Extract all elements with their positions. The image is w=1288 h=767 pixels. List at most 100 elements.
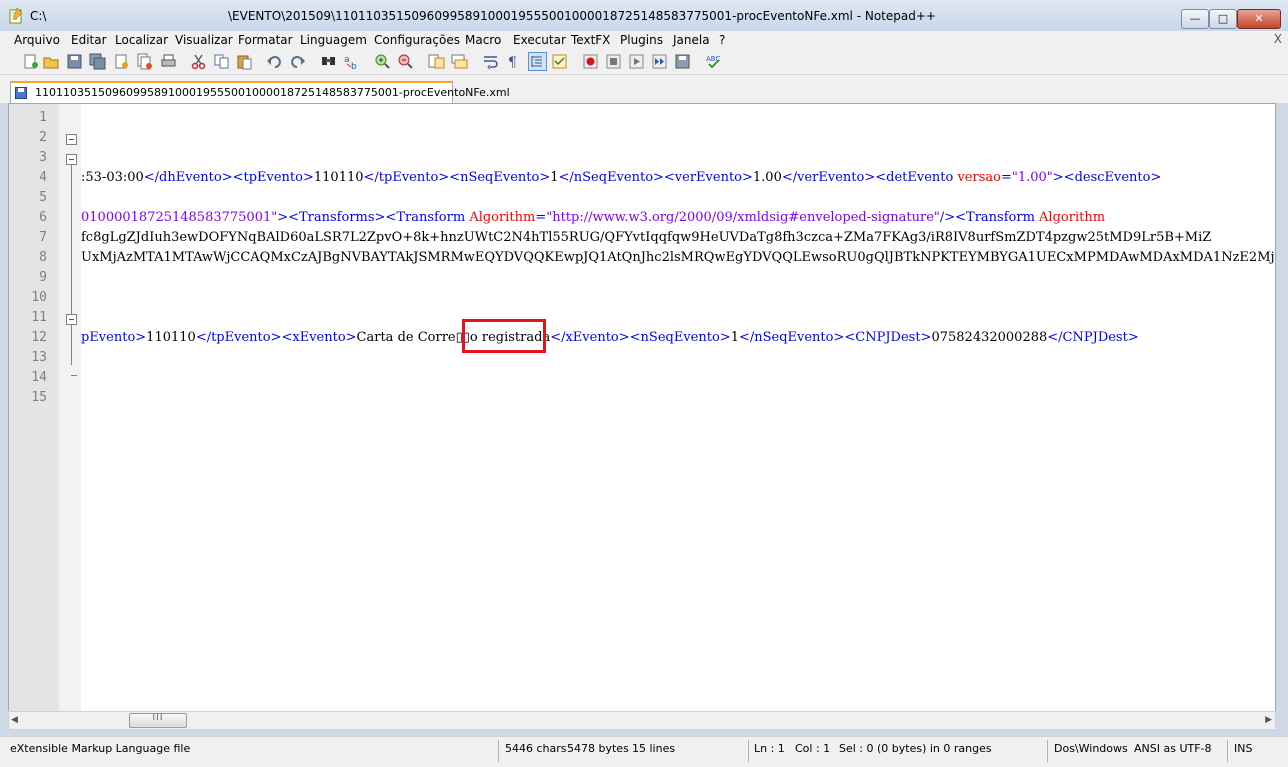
macro-stop-icon[interactable] (605, 53, 622, 70)
window-title-path: C:\ (30, 9, 47, 23)
menu-help[interactable]: ? (719, 33, 725, 47)
menu-janela[interactable]: Janela (673, 33, 710, 47)
code-token: 1.00 (752, 170, 782, 185)
horizontal-scrollbar[interactable]: ◀ III ▶ (8, 711, 1276, 730)
maximize-button[interactable]: □ (1209, 9, 1237, 29)
close-button[interactable]: ✕ (1237, 9, 1281, 29)
macro-play-multiple-icon[interactable] (651, 53, 668, 70)
line-number: 3 (39, 150, 47, 165)
menu-localizar-label: Localizar (115, 33, 169, 47)
status-divider (1047, 740, 1048, 762)
code-token: 110110 (313, 170, 364, 185)
zoom-out-icon[interactable] (397, 53, 414, 70)
menu-executar[interactable]: Executar (513, 33, 566, 47)
svg-text:¶: ¶ (508, 55, 517, 70)
replace-icon[interactable]: ab (343, 53, 360, 70)
code-token: Algorithm (469, 210, 536, 225)
scroll-left-icon[interactable]: ◀ (11, 715, 18, 725)
close-document-icon[interactable]: X (1274, 32, 1282, 46)
menu-arquivo[interactable]: Arquivo (14, 33, 60, 47)
status-chars: 5446 chars (505, 742, 567, 755)
zoom-in-icon[interactable] (374, 53, 391, 70)
show-all-characters-icon[interactable]: ¶ (505, 53, 522, 70)
cut-icon[interactable] (190, 53, 207, 70)
line-number: 13 (31, 350, 47, 365)
status-ln: Ln : 1 (754, 742, 785, 755)
line-number: 9 (39, 270, 47, 285)
status-selection: Sel : 0 (0 bytes) in 0 ranges (839, 742, 992, 755)
find-icon[interactable] (320, 53, 337, 70)
menu-plugins[interactable]: Plugins (620, 33, 663, 47)
status-col: Col : 1 (795, 742, 831, 755)
close-icon: ✕ (1254, 12, 1264, 25)
tab-document[interactable]: 1101103515096099589100019555001000018725… (10, 81, 510, 104)
code-line-4: :53-03:00</dhEvento><tpEvento>110110</tp… (81, 168, 1161, 188)
menu-localizar[interactable]: Localizar (115, 33, 168, 47)
code-token: fc8gLgZJdIuh3ewDOFYNqBAlD60aLSR7L2ZpvO+8… (81, 230, 1212, 245)
language-style-icon[interactable] (551, 53, 568, 70)
print-icon[interactable] (160, 53, 177, 70)
code-token: 01000018725148583775001" (81, 210, 278, 225)
macro-play-icon[interactable] (628, 53, 645, 70)
code-token: 1 (730, 330, 739, 345)
text-area[interactable]: :53-03:00</dhEvento><tpEvento>110110</tp… (81, 104, 1275, 712)
menu-macro[interactable]: Macro (465, 33, 501, 47)
indent-guide-icon[interactable] (528, 52, 547, 71)
encoding-error-highlight (462, 319, 546, 353)
code-token: </nSeqEvento><CNPJDest> (738, 330, 932, 345)
line-number: 12 (31, 330, 47, 345)
line-number: 4 (39, 170, 47, 185)
close-file-icon[interactable] (113, 53, 130, 70)
scrollbar-grip: III (152, 713, 164, 723)
menu-janela-label: Janela (673, 33, 710, 47)
line-number: 14 (31, 370, 47, 385)
code-token: = (1000, 170, 1012, 185)
copy-icon[interactable] (213, 53, 230, 70)
status-bytes: 5478 bytes (567, 742, 629, 755)
saved-file-icon (15, 87, 27, 99)
word-wrap-icon[interactable] (482, 53, 499, 70)
status-eol: Dos\Windows (1054, 742, 1128, 755)
close-all-icon[interactable] (136, 53, 153, 70)
code-token: </nSeqEvento><verEvento> (558, 170, 753, 185)
save-icon[interactable] (66, 53, 83, 70)
code-token: /><Transform (939, 210, 1040, 225)
toolbar: ab ¶ ABC (0, 50, 1288, 75)
spell-check-icon[interactable]: ABC (705, 53, 722, 70)
code-token: ><descEvento> (1052, 170, 1162, 185)
menu-visualizar[interactable]: Visualizar (175, 33, 233, 47)
undo-icon[interactable] (266, 53, 283, 70)
macro-record-icon[interactable] (582, 53, 599, 70)
status-lines: 15 lines (632, 742, 676, 755)
macro-save-icon[interactable] (674, 53, 691, 70)
code-line-8: UxMjAzMTA1MTAwWjCCAQMxCzAJBgNVBAYTAkJSMR… (81, 248, 1275, 268)
menu-formatar[interactable]: Formatar (238, 33, 293, 47)
minimize-button[interactable]: — (1181, 9, 1209, 29)
fold-toggle-icon[interactable] (66, 154, 77, 165)
notepadpp-icon (9, 8, 23, 24)
paste-icon[interactable] (236, 53, 253, 70)
fold-toggle-icon[interactable] (66, 314, 77, 325)
sync-vertical-icon[interactable] (428, 53, 445, 70)
redo-icon[interactable] (289, 53, 306, 70)
menu-textfx[interactable]: TextFX (571, 33, 610, 47)
menu-linguagem[interactable]: Linguagem (300, 33, 367, 47)
line-number: 15 (31, 390, 47, 405)
save-all-icon[interactable] (89, 53, 106, 70)
code-token: Algorithm (1039, 210, 1106, 225)
fold-toggle-icon[interactable] (66, 134, 77, 145)
open-file-icon[interactable] (43, 53, 60, 70)
editor-area[interactable]: 1 2 3 4 5 6 7 8 9 10 11 12 13 14 15 :53-… (8, 103, 1276, 713)
code-token: ><Transforms><Transform (277, 210, 470, 225)
sync-horizontal-icon[interactable] (451, 53, 468, 70)
scroll-right-icon[interactable]: ▶ (1265, 715, 1272, 725)
menu-editar[interactable]: Editar (71, 33, 107, 47)
code-token: "1.00" (1011, 170, 1053, 185)
menu-configuracoes[interactable]: Configurações (374, 33, 460, 47)
fold-guide (71, 165, 72, 365)
window-title: \EVENTO\201509\1101103515096099589100019… (228, 9, 936, 23)
scrollbar-thumb[interactable]: III (129, 713, 187, 728)
code-line-7: fc8gLgZJdIuh3ewDOFYNqBAlD60aLSR7L2ZpvO+8… (81, 228, 1211, 248)
new-file-icon[interactable] (22, 53, 39, 70)
svg-text:a: a (344, 55, 350, 65)
